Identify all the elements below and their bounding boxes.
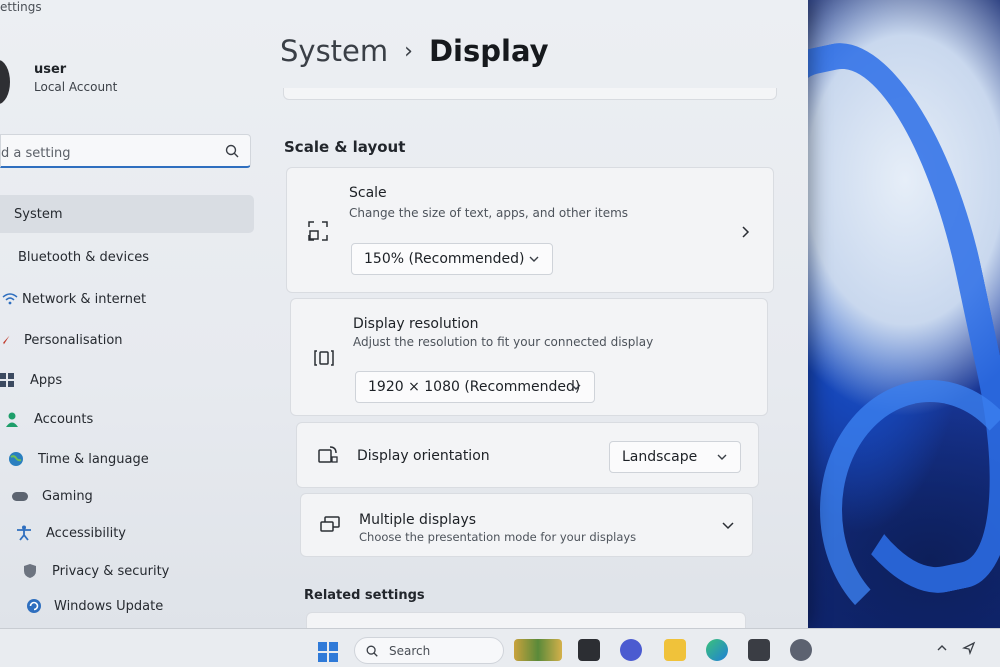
- scale-icon: [308, 221, 328, 241]
- resolution-icon: [314, 350, 334, 366]
- sidebar-item-bluetooth[interactable]: Bluetooth & devices: [0, 238, 254, 276]
- multiple-displays-icon: [320, 516, 340, 532]
- chevron-down-icon: [571, 384, 581, 390]
- sidebar-item-label: Accounts: [34, 411, 94, 427]
- sidebar-item-accessibility[interactable]: Accessibility: [0, 514, 254, 552]
- sidebar-item-label: Accessibility: [46, 525, 126, 541]
- sidebar-item-network[interactable]: Network & internet: [0, 280, 254, 318]
- chevron-right-icon[interactable]: [739, 225, 751, 239]
- brush-icon: [3, 335, 10, 345]
- sidebar-item-label: Gaming: [42, 488, 93, 504]
- search-placeholder: d a setting: [1, 146, 71, 161]
- edge-icon[interactable]: [706, 639, 728, 661]
- display-resolution-title: Display resolution: [353, 316, 479, 332]
- scale-card[interactable]: Scale Change the size of text, apps, and…: [286, 167, 774, 293]
- shield-icon: [24, 564, 36, 578]
- wifi-icon: [2, 293, 18, 305]
- update-icon: [27, 599, 41, 613]
- accessibility-icon: [17, 525, 31, 541]
- display-orientation-card: Display orientation Landscape: [296, 422, 759, 488]
- display-resolution-description: Adjust the resolution to fit your connec…: [353, 335, 654, 349]
- sidebar-item-label: Time & language: [38, 451, 149, 467]
- multiple-displays-title: Multiple displays: [359, 512, 477, 528]
- taskbar-search[interactable]: Search: [354, 637, 504, 664]
- breadcrumb-system-link[interactable]: System: [280, 34, 388, 68]
- store-icon[interactable]: [748, 639, 770, 661]
- taskbar-search-label: Search: [389, 644, 431, 658]
- sidebar-item-system[interactable]: System: [0, 195, 254, 233]
- scale-description: Change the size of text, apps, and other…: [349, 206, 629, 220]
- display-orientation-dropdown[interactable]: Landscape: [609, 441, 741, 473]
- section-title-scale-layout: Scale & layout: [284, 138, 406, 156]
- chevron-down-icon[interactable]: [721, 520, 735, 532]
- sidebar-item-label: Bluetooth & devices: [18, 249, 149, 265]
- section-title-related-settings: Related settings: [304, 588, 425, 603]
- user-name: user: [34, 62, 67, 77]
- folder-icon[interactable]: [664, 639, 686, 661]
- page-title: Display: [428, 34, 549, 68]
- multiple-displays-card[interactable]: Multiple displays Choose the presentatio…: [300, 493, 753, 557]
- scale-dropdown-value: 150% (Recommended): [364, 251, 525, 267]
- sidebar-item-gaming[interactable]: Gaming: [0, 477, 254, 515]
- sidebar-item-label: Apps: [30, 372, 63, 388]
- multiple-displays-description: Choose the presentation mode for your di…: [359, 530, 637, 544]
- app-title: ettings: [0, 0, 42, 14]
- sidebar-item-label: System: [14, 206, 63, 222]
- sidebar-item-label: Network & internet: [22, 291, 147, 307]
- file-explorer-icon[interactable]: [578, 639, 600, 661]
- sidebar-item-label: Privacy & security: [52, 563, 170, 579]
- display-orientation-value: Landscape: [622, 449, 698, 465]
- display-resolution-card: Display resolution Adjust the resolution…: [290, 298, 768, 416]
- chevron-down-icon: [717, 454, 727, 460]
- chevron-up-icon[interactable]: [935, 641, 949, 655]
- avatar: [0, 60, 10, 104]
- person-icon: [6, 412, 18, 427]
- globe-icon: [9, 452, 23, 466]
- sidebar-item-label: Personalisation: [24, 332, 123, 348]
- sidebar-item-apps[interactable]: Apps: [0, 361, 254, 399]
- gamepad-icon: [12, 492, 28, 501]
- orientation-icon: [318, 446, 338, 463]
- sidebar-item-privacy[interactable]: Privacy & security: [0, 552, 254, 590]
- scale-title: Scale: [349, 185, 387, 201]
- apps-icon: [0, 373, 14, 387]
- sidebar-item-label: Windows Update: [54, 598, 164, 614]
- breadcrumb-separator: ›: [404, 38, 413, 64]
- sidebar-item-personalisation[interactable]: Personalisation: [0, 321, 254, 359]
- scale-dropdown[interactable]: 150% (Recommended): [351, 243, 553, 275]
- search-icon[interactable]: [224, 143, 240, 159]
- widgets-icon[interactable]: [514, 639, 562, 661]
- account-type: Local Account: [34, 80, 118, 94]
- breadcrumb: System › Display: [280, 34, 549, 68]
- settings-icon[interactable]: [790, 639, 812, 661]
- windows-start-icon[interactable]: [318, 642, 338, 662]
- sidebar-item-accounts[interactable]: Accounts: [0, 400, 254, 438]
- display-resolution-value: 1920 × 1080 (Recommended): [368, 379, 581, 395]
- settings-window: ettings user Local Account d a setting S…: [0, 0, 808, 632]
- display-orientation-title: Display orientation: [357, 448, 490, 464]
- display-resolution-dropdown[interactable]: 1920 × 1080 (Recommended): [355, 371, 595, 403]
- previous-card-bottom: [283, 88, 777, 100]
- search-input[interactable]: d a setting: [0, 134, 251, 168]
- chevron-down-icon: [529, 256, 539, 262]
- search-icon: [366, 645, 378, 657]
- location-icon[interactable]: [962, 641, 976, 655]
- sidebar-item-time-language[interactable]: Time & language: [0, 440, 254, 478]
- taskbar: Search: [0, 628, 1000, 667]
- sidebar-item-windows-update[interactable]: Windows Update: [0, 587, 254, 625]
- chat-icon[interactable]: [620, 639, 642, 661]
